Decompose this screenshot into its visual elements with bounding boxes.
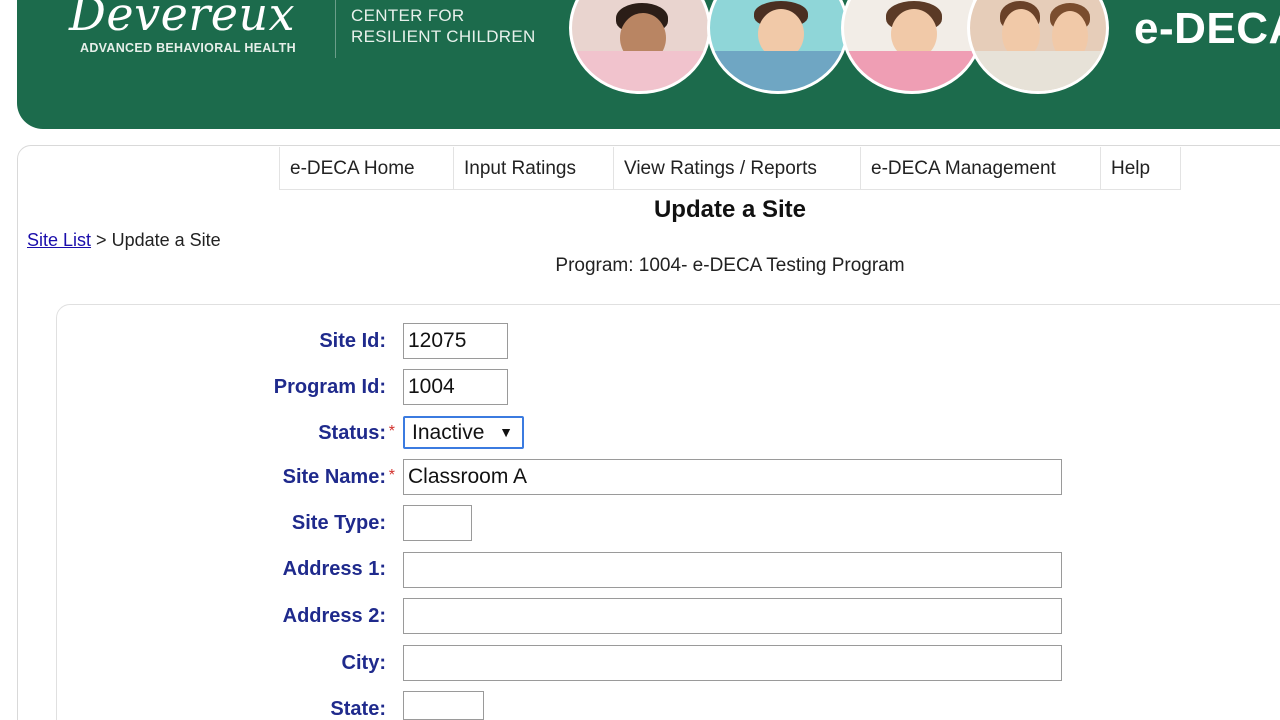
- child-photo-4: [967, 0, 1109, 94]
- child-photo-3: [841, 0, 983, 94]
- address-2-label: Address 2:: [282, 605, 386, 627]
- nav-item-help[interactable]: Help: [1101, 147, 1181, 190]
- site-type-field[interactable]: [403, 505, 472, 541]
- nav-item-home[interactable]: e-DECA Home: [279, 147, 454, 190]
- site-name-field[interactable]: Classroom A: [403, 459, 1062, 495]
- logo-wordmark: Devereux: [69, 0, 296, 41]
- address-2-field[interactable]: [403, 598, 1062, 634]
- state-label: State:: [330, 698, 386, 720]
- breadcrumb-current: Update a Site: [111, 230, 221, 250]
- child-photo-2: [707, 0, 849, 94]
- required-marker: *: [388, 423, 395, 440]
- site-id-label: Site Id:: [319, 330, 386, 352]
- breadcrumb: Site List > Update a Site: [27, 230, 221, 251]
- city-field[interactable]: [403, 645, 1062, 681]
- state-field[interactable]: [403, 691, 484, 720]
- dropdown-arrow-icon: ▼: [499, 424, 513, 440]
- breadcrumb-site-list-link[interactable]: Site List: [27, 230, 91, 250]
- nav-item-input-ratings[interactable]: Input Ratings: [454, 147, 614, 190]
- status-select[interactable]: Inactive ▼: [403, 416, 524, 449]
- nav-item-management[interactable]: e-DECA Management: [861, 147, 1101, 190]
- program-id-field[interactable]: 1004: [403, 369, 508, 405]
- required-marker: *: [388, 467, 395, 484]
- brand-title: e-DECA: [1134, 4, 1280, 53]
- nav-item-view-ratings-reports[interactable]: View Ratings / Reports: [614, 147, 861, 190]
- center-line-2: RESILIENT CHILDREN: [351, 27, 536, 46]
- address-1-field[interactable]: [403, 552, 1062, 588]
- site-id-field[interactable]: 12075: [403, 323, 508, 359]
- logo-divider: [335, 0, 336, 58]
- center-name: CENTER FOR RESILIENT CHILDREN: [351, 5, 536, 47]
- address-1-label: Address 1:: [282, 558, 386, 580]
- child-photo-1: [569, 0, 711, 94]
- page-title: Update a Site: [653, 196, 807, 223]
- program-info: Program: 1004- e-DECA Testing Program: [555, 255, 905, 276]
- logo-subtitle: ADVANCED BEHAVIORAL HEALTH: [80, 41, 296, 55]
- breadcrumb-separator: >: [96, 230, 107, 250]
- center-line-1: CENTER FOR: [351, 6, 465, 25]
- city-label: City:: [341, 652, 386, 674]
- site-name-label: Site Name: *: [283, 462, 395, 492]
- status-selected-value: Inactive: [412, 421, 485, 444]
- header-banner: Devereux ADVANCED BEHAVIORAL HEALTH CENT…: [17, 0, 1280, 129]
- status-label: Status: *: [318, 418, 395, 448]
- site-type-label: Site Type:: [291, 512, 386, 534]
- main-nav: e-DECA Home Input Ratings View Ratings /…: [279, 147, 1181, 190]
- program-id-label: Program Id:: [273, 376, 386, 398]
